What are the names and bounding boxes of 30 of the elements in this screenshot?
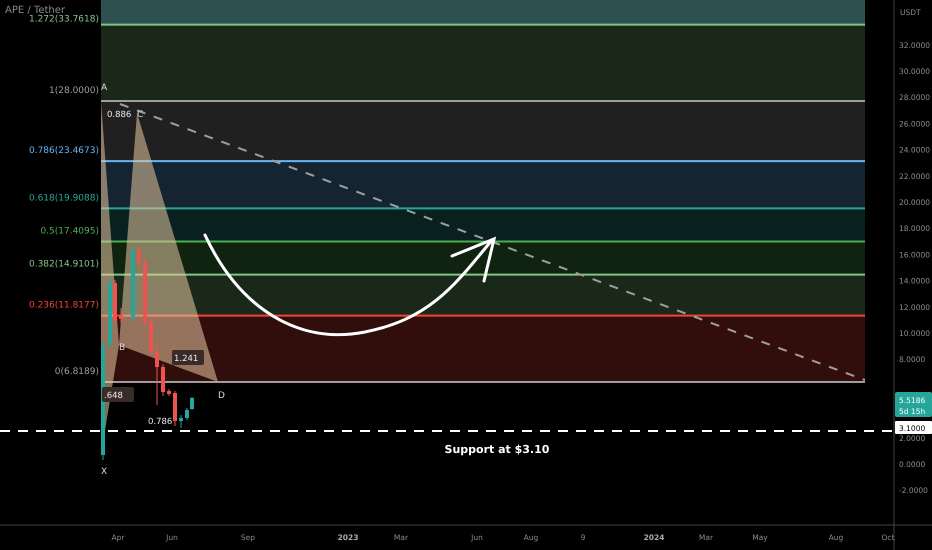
fib-level-label: 0.618(19.9088) xyxy=(28,193,99,204)
pattern-point-label: B xyxy=(119,343,126,353)
support-price-tag xyxy=(895,421,932,434)
fib-level-label: 1.272(33.7618) xyxy=(28,14,99,25)
candle xyxy=(173,390,177,426)
fib-level-label: 0.236(11.8177) xyxy=(28,300,99,311)
candle xyxy=(119,308,123,324)
pattern-point-label: D xyxy=(218,391,225,401)
pattern-point-label: X xyxy=(101,467,108,477)
pattern-point-label: C xyxy=(137,110,144,120)
fib-level-label: 0(6.8189) xyxy=(54,367,99,377)
candle xyxy=(155,344,159,406)
fib-level-label: 0.786(23.4673) xyxy=(28,146,99,156)
ratio-label: 0.886 xyxy=(107,110,132,120)
pattern-point-label: A xyxy=(101,83,108,93)
fib-level-label: 1(28.0000) xyxy=(49,86,99,96)
ratio-label: .648 xyxy=(102,387,134,402)
support-label: Support at $3.10 xyxy=(444,443,550,456)
ratio-label: 0.786 xyxy=(148,417,172,427)
ratio-label: 1.241 xyxy=(172,350,204,365)
candle xyxy=(143,258,147,326)
symbol-title: APE / Tether xyxy=(5,5,65,16)
candle xyxy=(149,318,153,356)
candle xyxy=(167,388,171,396)
candle xyxy=(179,414,183,428)
fib-level-label: 0.382(14.9101) xyxy=(28,260,99,270)
candle xyxy=(137,244,141,268)
candle xyxy=(161,364,165,396)
fib-level-label: 0.5(17.4095) xyxy=(40,226,99,236)
last-price-tag xyxy=(895,392,932,417)
